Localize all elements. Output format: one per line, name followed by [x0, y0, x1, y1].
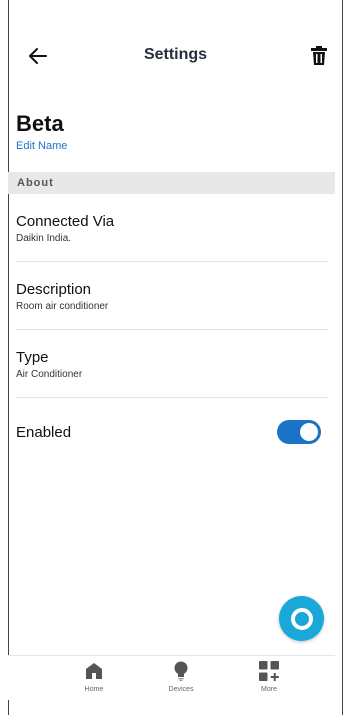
header: Settings [0, 36, 351, 76]
edit-name-link[interactable]: Edit Name [16, 140, 67, 152]
enabled-toggle[interactable] [277, 420, 321, 444]
row-value: Air Conditioner [16, 369, 83, 380]
page-title: Settings [143, 46, 208, 63]
grid-plus-icon [259, 661, 279, 681]
trash-icon [311, 46, 327, 65]
row-value: Daikin India. [16, 233, 72, 244]
bottom-nav: Home Devices More [8, 655, 335, 700]
toggle-knob [300, 423, 318, 441]
row-title: Connected Via [16, 213, 115, 230]
delete-button[interactable] [305, 42, 333, 70]
nav-item-devices[interactable]: Devices [151, 660, 211, 693]
bulb-icon [174, 661, 188, 681]
divider [16, 261, 328, 262]
home-icon [86, 663, 102, 679]
device-name: Beta [16, 111, 64, 136]
divider [16, 329, 328, 330]
nav-label-more: More [261, 686, 277, 693]
row-value: Room air conditioner [16, 301, 109, 312]
nav-item-more[interactable]: More [239, 660, 299, 693]
row-title: Type [16, 349, 49, 366]
divider [16, 397, 328, 398]
section-about-header: About [8, 172, 335, 194]
nav-label-devices: Devices [168, 686, 194, 693]
nav-item-home[interactable]: Home [64, 660, 124, 693]
alexa-button[interactable] [279, 596, 324, 641]
type-row: Type Air Conditioner [16, 349, 328, 380]
description-row: Description Room air conditioner [16, 281, 328, 312]
row-title: Description [16, 281, 92, 298]
alexa-icon [290, 607, 313, 630]
connected-via-row: Connected Via Daikin India. [16, 213, 328, 244]
nav-label-home: Home [84, 686, 104, 693]
